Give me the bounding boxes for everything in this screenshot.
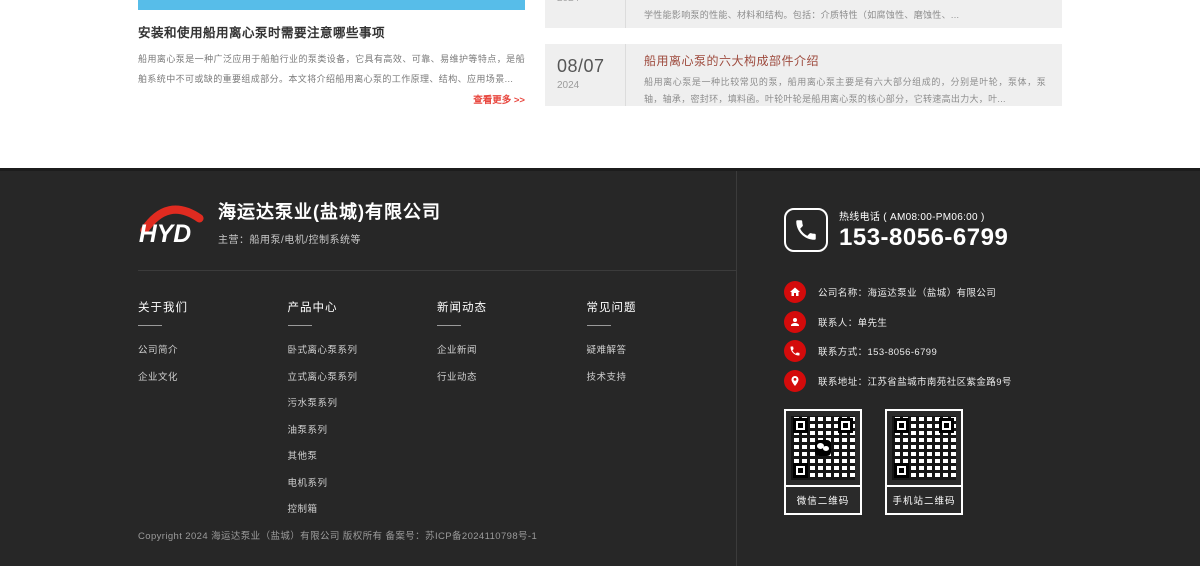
news-date: 2024 — [545, 0, 625, 28]
news-date: 08/07 2024 — [545, 44, 625, 106]
qr-label: 手机站二维码 — [887, 485, 961, 513]
company-tagline: 主营：船用泵/电机/控制系统等 — [218, 231, 441, 246]
featured-article: 安装和使用船用离心泵时需要注意哪些事项 船用离心泵是一种广泛应用于船舶行业的泵类… — [138, 0, 525, 106]
nav-col-faq: 常见问题 疑难解答 技术支持 — [587, 299, 737, 528]
article-title[interactable]: 安装和使用船用离心泵时需要注意哪些事项 — [138, 22, 525, 41]
phone-icon — [784, 340, 806, 362]
hotline: 热线电话 ( AM08:00-PM06:00 ) 153-8056-6799 — [784, 208, 1062, 252]
wechat-logo-icon — [815, 440, 831, 456]
contact-row-person: 联系人：单先生 — [784, 311, 1062, 333]
company-logo: HYD — [138, 198, 204, 246]
heading-underline — [437, 325, 461, 326]
person-icon — [784, 311, 806, 333]
wechat-qr-box: 微信二维码 — [784, 409, 862, 515]
nav-item-vertical-pumps[interactable]: 立式离心泵系列 — [288, 369, 438, 383]
news-content: 船用离心泵的六大构成部件介绍 船用离心泵是一种比较常见的泵，船用离心泵主要是有六… — [626, 44, 1062, 106]
contact-row-phone: 联系方式：153-8056-6799 — [784, 340, 1062, 362]
company-name: 海运达泵业(盐城)有限公司 — [218, 198, 441, 224]
news-date-monthday: 08/07 — [557, 56, 625, 77]
qr-finder-pattern — [838, 418, 853, 433]
home-icon — [784, 281, 806, 303]
footer-left: HYD 海运达泵业(盐城)有限公司 主营：船用泵/电机/控制系统等 关于我们 公… — [138, 171, 737, 566]
page: 安装和使用船用离心泵时需要注意哪些事项 船用离心泵是一种广泛应用于船舶行业的泵类… — [0, 0, 1200, 566]
nav-col-products: 产品中心 卧式离心泵系列 立式离心泵系列 污水泵系列 油泵系列 其他泵 电机系列… — [288, 299, 438, 528]
wechat-qr-image — [791, 416, 855, 480]
nav-item-troubleshooting[interactable]: 疑难解答 — [587, 342, 737, 356]
news-item[interactable]: 2024 学性能影响泵的性能、材料和结构。包括：介质特性（如腐蚀性、磨蚀性、..… — [545, 0, 1062, 28]
heading-underline — [288, 325, 312, 326]
news-title[interactable]: 船用离心泵的六大构成部件介绍 — [644, 52, 1046, 69]
nav-item-control-box[interactable]: 控制箱 — [288, 501, 438, 515]
qr-finder-pattern — [894, 463, 909, 478]
qr-codes: 微信二维码 手机站二维码 — [784, 409, 1062, 515]
article-excerpt: 船用离心泵是一种广泛应用于船舶行业的泵类设备，它具有高效、可靠、易维护等特点，是… — [138, 49, 525, 89]
contact-list: 公司名称：海运达泵业（盐城）有限公司 联系人：单先生 联系方式：153-8056… — [784, 281, 1062, 392]
contact-row-company: 公司名称：海运达泵业（盐城）有限公司 — [784, 281, 1062, 303]
news-item[interactable]: 08/07 2024 船用离心泵的六大构成部件介绍 船用离心泵是一种比较常见的泵… — [545, 44, 1062, 106]
top-section: 安装和使用船用离心泵时需要注意哪些事项 船用离心泵是一种广泛应用于船舶行业的泵类… — [0, 0, 1200, 168]
news-date-year: 2024 — [557, 80, 625, 91]
nav-item-corporate-culture[interactable]: 企业文化 — [138, 369, 288, 383]
heading-underline — [138, 325, 162, 326]
news-list: 2024 学性能影响泵的性能、材料和结构。包括：介质特性（如腐蚀性、磨蚀性、..… — [545, 0, 1062, 106]
qr-label: 微信二维码 — [786, 485, 860, 513]
footer: HYD 海运达泵业(盐城)有限公司 主营：船用泵/电机/控制系统等 关于我们 公… — [0, 168, 1200, 566]
qr-finder-pattern — [894, 418, 909, 433]
footer-nav: 关于我们 公司简介 企业文化 产品中心 卧式离心泵系列 立式离心泵系列 污水泵系… — [138, 271, 736, 528]
nav-item-industry-news[interactable]: 行业动态 — [437, 369, 587, 383]
location-pin-icon — [784, 370, 806, 392]
logo-text: HYD — [139, 221, 191, 246]
nav-heading-products[interactable]: 产品中心 — [288, 299, 438, 315]
contact-text: 联系人：单先生 — [818, 315, 887, 329]
view-more-link[interactable]: 查看更多 >> — [138, 92, 525, 106]
nav-col-about: 关于我们 公司简介 企业文化 — [138, 299, 288, 528]
hotline-label: 热线电话 ( AM08:00-PM06:00 ) — [839, 208, 1008, 223]
mobile-site-qr-box: 手机站二维码 — [885, 409, 963, 515]
nav-item-company-profile[interactable]: 公司简介 — [138, 342, 288, 356]
nav-col-news: 新闻动态 企业新闻 行业动态 — [437, 299, 587, 528]
qr-finder-pattern — [939, 418, 954, 433]
hotline-number: 153-8056-6799 — [839, 224, 1008, 252]
hotline-phone-icon — [784, 208, 828, 252]
contact-text: 联系地址：江苏省盐城市南苑社区紫金路9号 — [818, 374, 1012, 388]
company-block: 海运达泵业(盐城)有限公司 主营：船用泵/电机/控制系统等 — [218, 198, 441, 246]
heading-underline — [587, 325, 611, 326]
news-excerpt: 船用离心泵是一种比较常见的泵，船用离心泵主要是有六大部分组成的，分别是叶轮，泵体… — [644, 74, 1046, 108]
contact-text: 公司名称：海运达泵业（盐城）有限公司 — [818, 285, 996, 299]
nav-item-oil-pumps[interactable]: 油泵系列 — [288, 422, 438, 436]
contact-row-address: 联系地址：江苏省盐城市南苑社区紫金路9号 — [784, 370, 1062, 392]
hotline-text: 热线电话 ( AM08:00-PM06:00 ) 153-8056-6799 — [839, 208, 1008, 252]
nav-item-horizontal-pumps[interactable]: 卧式离心泵系列 — [288, 342, 438, 356]
qr-finder-pattern — [793, 418, 808, 433]
nav-heading-about[interactable]: 关于我们 — [138, 299, 288, 315]
accent-bar — [138, 0, 525, 10]
nav-item-sewage-pumps[interactable]: 污水泵系列 — [288, 395, 438, 409]
nav-item-tech-support[interactable]: 技术支持 — [587, 369, 737, 383]
nav-heading-news[interactable]: 新闻动态 — [437, 299, 587, 315]
nav-heading-faq[interactable]: 常见问题 — [587, 299, 737, 315]
nav-item-motor-series[interactable]: 电机系列 — [288, 475, 438, 489]
footer-right: 热线电话 ( AM08:00-PM06:00 ) 153-8056-6799 公… — [737, 171, 1062, 566]
nav-item-company-news[interactable]: 企业新闻 — [437, 342, 587, 356]
copyright: Copyright 2024 海运达泵业（盐城）有限公司 版权所有 备案号：苏I… — [138, 528, 736, 566]
news-excerpt: 学性能影响泵的性能、材料和结构。包括：介质特性（如腐蚀性、磨蚀性、... — [626, 0, 1062, 28]
footer-logo-row: HYD 海运达泵业(盐城)有限公司 主营：船用泵/电机/控制系统等 — [138, 171, 736, 271]
qr-finder-pattern — [793, 463, 808, 478]
nav-item-other-pumps[interactable]: 其他泵 — [288, 448, 438, 462]
mobile-site-qr-image — [892, 416, 956, 480]
contact-text: 联系方式：153-8056-6799 — [818, 344, 937, 358]
spacer — [545, 28, 1062, 44]
news-date-year: 2024 — [557, 0, 579, 4]
